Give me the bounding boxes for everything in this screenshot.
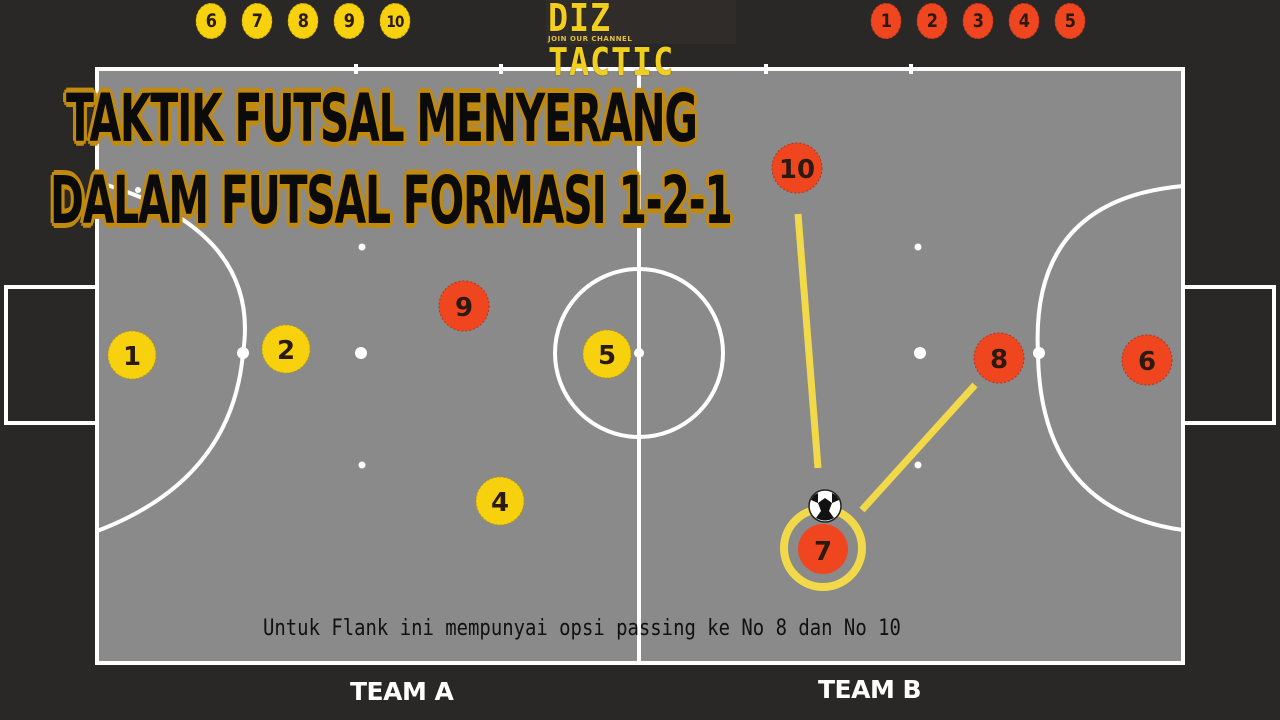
right-goal — [1180, 285, 1276, 425]
tactic-board: 1 2 4 5 9 10 8 6 7 6 7 8 9 10 DIZ TACTIC… — [0, 0, 1280, 720]
player-number: 10 — [779, 155, 815, 185]
legend-chip-team-a: 10 — [379, 3, 411, 39]
team-b-label: TEAM B — [818, 675, 922, 704]
right-second-penalty-spot — [914, 347, 926, 359]
player-number: 8 — [990, 345, 1008, 375]
legend-chip-team-a: 8 — [287, 3, 319, 39]
legend-chip-team-a: 9 — [333, 3, 365, 39]
left-goal — [4, 285, 100, 425]
player-number: 7 — [814, 537, 832, 567]
player-number: 5 — [598, 341, 616, 371]
player-team-b-6[interactable]: 6 — [1121, 334, 1173, 386]
sub-zone-tick — [909, 64, 913, 74]
pitch-mark — [358, 461, 366, 469]
player-number: 4 — [491, 488, 509, 518]
title-line-1: TAKTIK FUTSAL MENYERANG — [66, 80, 698, 157]
player-team-b-8[interactable]: 8 — [973, 332, 1025, 384]
player-number: 1 — [123, 342, 141, 372]
sub-zone-tick — [764, 64, 768, 74]
team-a-label: TEAM A — [350, 677, 454, 706]
logo-tagline: JOIN OUR CHANNEL — [548, 35, 633, 43]
ball-icon[interactable] — [808, 489, 842, 523]
right-penalty-spot — [1033, 347, 1045, 359]
player-team-a-4[interactable]: 4 — [475, 476, 525, 526]
legend-chip-team-b: 2 — [916, 3, 948, 39]
legend-chip-team-b: 5 — [1054, 3, 1086, 39]
left-penalty-spot — [237, 347, 249, 359]
player-team-a-2[interactable]: 2 — [261, 324, 311, 374]
tactic-caption: Untuk Flank ini mempunyai opsi passing k… — [263, 616, 901, 641]
sub-zone-tick — [499, 64, 503, 74]
player-team-a-1[interactable]: 1 — [107, 330, 157, 380]
player-team-b-10[interactable]: 10 — [771, 142, 823, 194]
centre-spot — [634, 348, 644, 358]
pitch-mark — [358, 243, 366, 251]
player-number: 9 — [455, 293, 473, 323]
team-a-legend: 6 7 8 9 10 — [193, 3, 413, 39]
pitch-mark — [914, 243, 922, 251]
legend-chip-team-b: 3 — [962, 3, 994, 39]
player-number: 6 — [1138, 347, 1156, 377]
player-team-a-5[interactable]: 5 — [582, 329, 632, 379]
left-second-penalty-spot — [355, 347, 367, 359]
sub-zone-tick — [354, 64, 358, 74]
legend-chip-team-a: 7 — [241, 3, 273, 39]
player-number: 2 — [277, 336, 295, 366]
logo: DIZ TACTIC JOIN OUR CHANNEL — [546, 0, 736, 84]
title-line-2: DALAM FUTSAL FORMASI 1-2-1 — [50, 162, 733, 239]
player-team-b-9[interactable]: 9 — [438, 280, 490, 332]
legend-chip-team-b: 4 — [1008, 3, 1040, 39]
legend-chip-team-a: 6 — [195, 3, 227, 39]
legend-chip-team-b: 1 — [870, 3, 902, 39]
pitch-mark — [914, 461, 922, 469]
team-b-legend: 1 2 3 4 5 — [868, 3, 1088, 39]
